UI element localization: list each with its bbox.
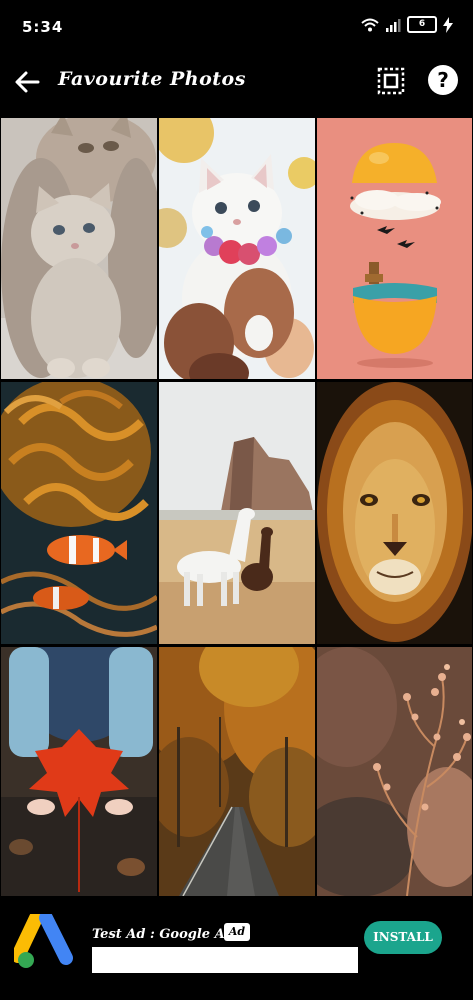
ad-badge: Ad: [224, 923, 250, 941]
page-title: Favourite Photos: [58, 68, 246, 90]
photo-tile-white-kitten[interactable]: [159, 118, 315, 379]
clownfish-photo: [1, 382, 157, 644]
battery-level: 6: [418, 19, 426, 29]
wifi-icon: [361, 18, 379, 31]
app-bar: Favourite Photos ?: [0, 52, 473, 114]
photo-tile-maple-leaf[interactable]: [1, 647, 157, 896]
ad-image-placeholder: [92, 947, 358, 973]
status-icons: 6: [361, 16, 453, 33]
white-kitten-photo: [159, 118, 315, 379]
photo-tile-clownfish[interactable]: [1, 382, 157, 644]
photo-grid: [0, 116, 473, 896]
help-icon: ?: [437, 68, 449, 92]
ad-title: Test Ad : Google Ads: [92, 927, 242, 942]
photo-tile-autumn-road[interactable]: [159, 647, 315, 896]
select-all-icon[interactable]: [376, 66, 406, 96]
back-arrow-icon[interactable]: [12, 66, 44, 98]
dry-flowers-photo: [317, 647, 472, 896]
battery-icon: 6: [407, 16, 437, 33]
egg-surreal-photo: [317, 118, 472, 379]
photo-tile-horses[interactable]: [159, 382, 315, 644]
autumn-road-photo: [159, 647, 315, 896]
signal-icon: [386, 18, 401, 32]
status-time: 5:34: [22, 18, 64, 36]
kittens-photo: [1, 118, 157, 379]
google-ads-logo-icon: [14, 914, 73, 968]
status-bar: 5:34 6: [0, 0, 473, 52]
lion-photo: [317, 382, 472, 644]
maple-leaf-photo: [1, 647, 157, 896]
photo-tile-kittens[interactable]: [1, 118, 157, 379]
install-button[interactable]: INSTALL: [364, 921, 442, 954]
photo-tile-lion[interactable]: [317, 382, 472, 644]
photo-tile-dry-flowers[interactable]: [317, 647, 472, 896]
charging-icon: [443, 16, 453, 33]
horses-photo: [159, 382, 315, 644]
help-button[interactable]: ?: [428, 65, 458, 95]
photo-tile-egg-surreal[interactable]: [317, 118, 472, 379]
